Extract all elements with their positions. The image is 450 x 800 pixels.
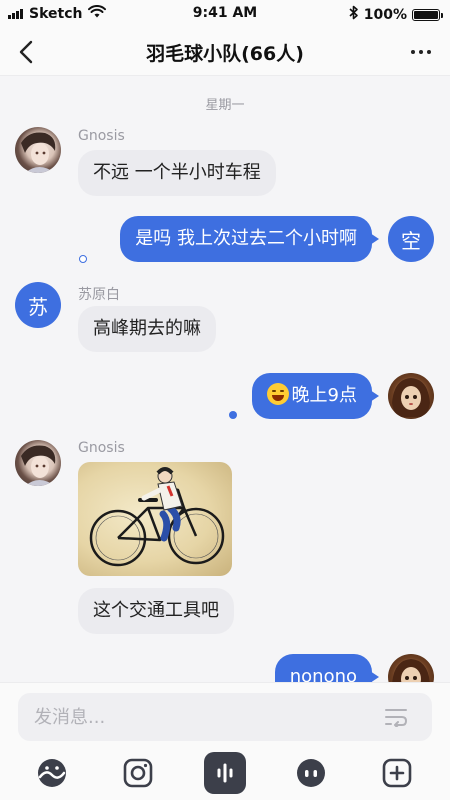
avatar[interactable] (15, 440, 61, 486)
composer (0, 682, 450, 800)
unread-indicator (79, 255, 87, 263)
message-bubble[interactable]: 这个交通工具吧 (78, 588, 234, 634)
emoji-icon[interactable] (292, 754, 330, 792)
avatar[interactable]: 苏 (15, 282, 61, 328)
chevron-left-icon[interactable] (10, 36, 42, 68)
message-bubble[interactable]: 是吗 我上次过去二个小时啊 (120, 216, 379, 262)
status-bar: Sketch 9:41 AM 100% (0, 0, 450, 28)
page-title: 羽毛球小队(66人) (146, 43, 304, 65)
sender-name: Gnosis (78, 128, 125, 144)
sticker-icon[interactable] (33, 754, 71, 792)
bicycle-illustration (89, 467, 225, 567)
battery-fill (414, 10, 438, 19)
avatar[interactable] (388, 654, 434, 682)
chat-list[interactable]: 星期一 Gnosis 不远 一个半小时车程 是吗 我上次过去二个小时啊 空 苏 … (0, 76, 450, 682)
plus-icon[interactable] (378, 754, 416, 792)
message-bubble[interactable]: nonono (274, 654, 380, 682)
send-format-icon[interactable] (384, 707, 408, 729)
message-bubble[interactable]: 高峰期去的嘛 (78, 306, 216, 352)
date-divider: 星期一 (205, 98, 245, 113)
avatar[interactable]: 空 (388, 216, 434, 262)
composer-toolbar (0, 751, 450, 795)
message-input[interactable] (18, 693, 432, 741)
nav-bar: 羽毛球小队(66人) (0, 28, 450, 76)
sender-name: 苏原白 (78, 287, 120, 303)
tears-of-joy-emoji (266, 383, 289, 405)
message-bubble[interactable]: 晚上9点 (251, 373, 380, 419)
bluetooth-icon (349, 5, 359, 24)
battery-percent: 100% (363, 6, 407, 23)
voice-icon[interactable] (204, 752, 246, 794)
sender-name: Gnosis (78, 440, 125, 456)
read-indicator (229, 411, 237, 419)
more-dots-icon[interactable] (404, 36, 438, 68)
message-bubble[interactable]: 不远 一个半小时车程 (78, 150, 276, 196)
camera-icon[interactable] (119, 754, 157, 792)
avatar[interactable] (388, 373, 434, 419)
message-text: 晚上9点 (291, 385, 357, 406)
avatar[interactable] (15, 127, 61, 173)
status-right: 100% (349, 5, 443, 24)
battery-icon (412, 8, 443, 21)
image-message[interactable] (78, 462, 232, 576)
